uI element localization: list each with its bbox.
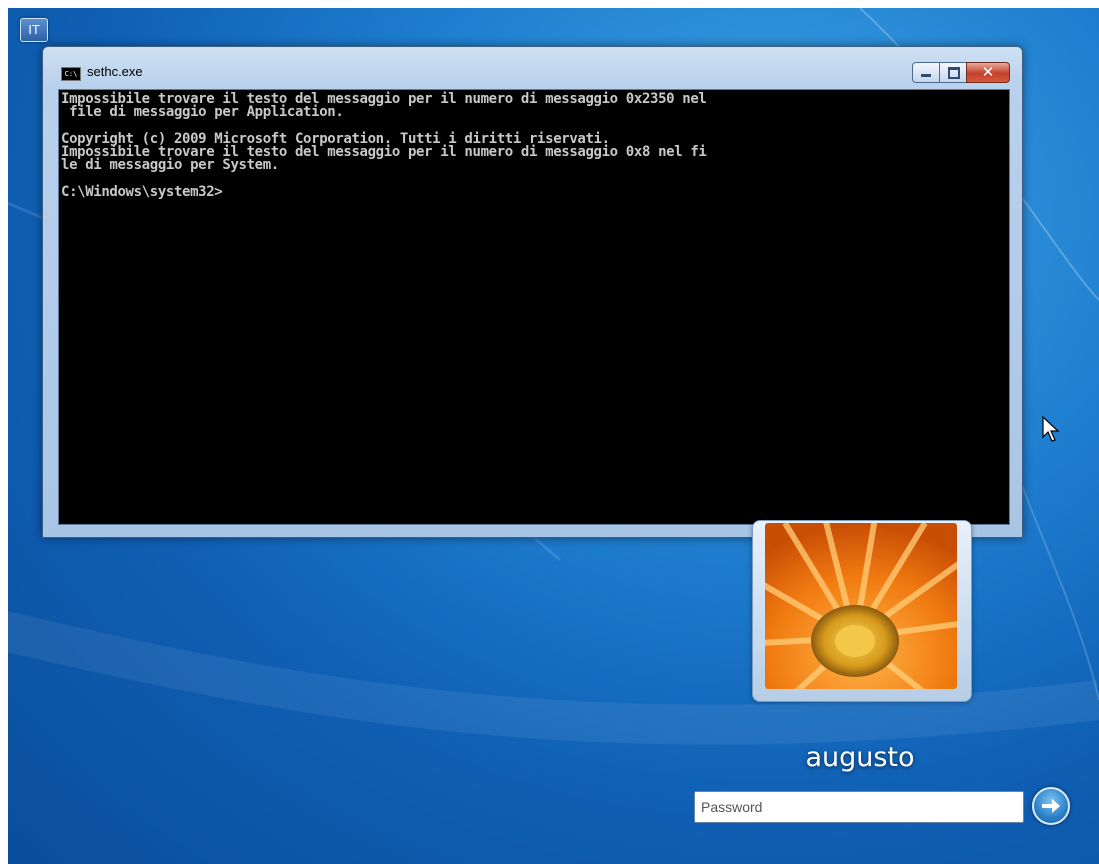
close-icon: ✕ [981,63,995,81]
console-output: Impossibile trovare il testo del messagg… [59,90,1009,202]
password-field[interactable] [694,791,1024,823]
maximize-icon [948,67,960,79]
window-title: sethc.exe [87,64,143,79]
window-titlebar[interactable]: C:\ sethc.exe ✕ [43,47,1022,89]
language-indicator[interactable]: IT [20,18,48,42]
console-line: file di messaggio per Application. [61,104,344,121]
username-label: augusto [805,742,915,773]
maximize-button[interactable] [939,62,967,83]
user-avatar [765,523,957,689]
minimize-button[interactable] [912,62,940,83]
console-window[interactable]: C:\ sethc.exe ✕ Impossibile trovare il t… [42,46,1023,538]
submit-button[interactable] [1032,787,1070,825]
arrow-right-icon [1042,799,1060,813]
command-prompt-icon[interactable]: C:\ [61,67,81,81]
caption-buttons: ✕ [912,62,1010,83]
close-button[interactable]: ✕ [966,62,1010,83]
minimize-icon [921,74,931,77]
console-output-area[interactable]: Impossibile trovare il testo del messagg… [58,89,1010,525]
console-prompt: C:\Windows\system32> [61,184,223,201]
console-line: le di messaggio per System. [61,157,279,174]
user-tile[interactable] [752,520,972,702]
flower-picture [765,523,957,689]
mouse-cursor-icon [1042,416,1060,442]
